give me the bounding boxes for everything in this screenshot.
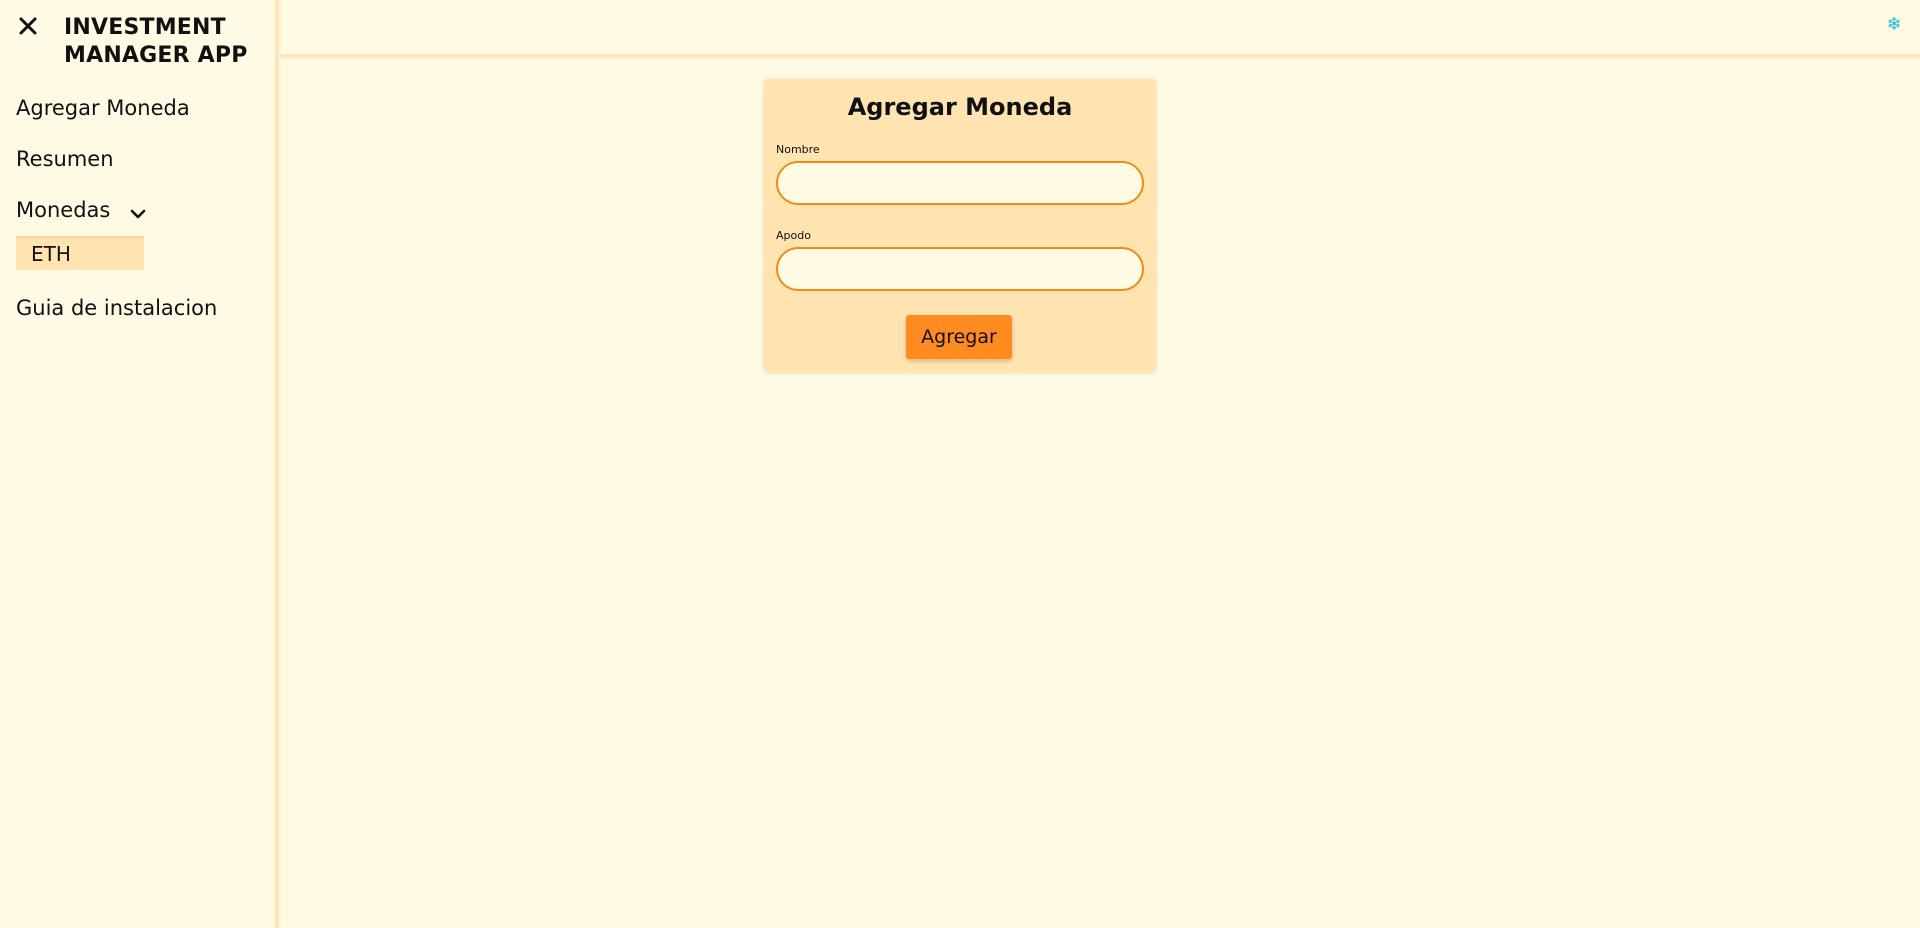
sidebar-item-resumen[interactable]: Resumen — [16, 145, 114, 173]
close-icon[interactable] — [14, 12, 42, 40]
form-title: Agregar Moneda — [847, 93, 1073, 121]
top-bar: ❄ — [281, 0, 1920, 56]
sidebar-item-agregar-moneda[interactable]: Agregar Moneda — [16, 94, 190, 122]
sidebar-item-label: Monedas — [16, 198, 111, 222]
sidebar-subitem-label: ETH — [31, 242, 71, 266]
sidebar-header: INVESTMENT MANAGER APP — [0, 0, 278, 80]
app-title: INVESTMENT MANAGER APP — [64, 15, 248, 68]
sidebar-item-label: Agregar Moneda — [16, 96, 190, 120]
sidebar-subitem-eth[interactable]: ETH — [16, 236, 144, 270]
agregar-button[interactable]: Agregar — [906, 315, 1012, 359]
sidebar-item-guia-de-instalacion[interactable]: Guia de instalacion — [16, 294, 217, 322]
chevron-down-icon[interactable] — [129, 202, 147, 220]
sidebar: INVESTMENT MANAGER APP Agregar Moneda Re… — [0, 0, 278, 928]
nombre-label: Nombre — [776, 143, 820, 156]
add-coin-form: Agregar Moneda Nombre Apodo Agregar — [764, 79, 1156, 372]
apodo-input[interactable] — [776, 247, 1144, 291]
apodo-label: Apodo — [776, 229, 811, 242]
snowflake-icon[interactable]: ❄ — [1884, 14, 1904, 36]
nombre-input[interactable] — [776, 161, 1144, 205]
sidebar-item-label: Guia de instalacion — [16, 296, 218, 320]
sidebar-item-monedas[interactable]: Monedas — [16, 196, 147, 224]
sidebar-item-label: Resumen — [16, 147, 114, 171]
